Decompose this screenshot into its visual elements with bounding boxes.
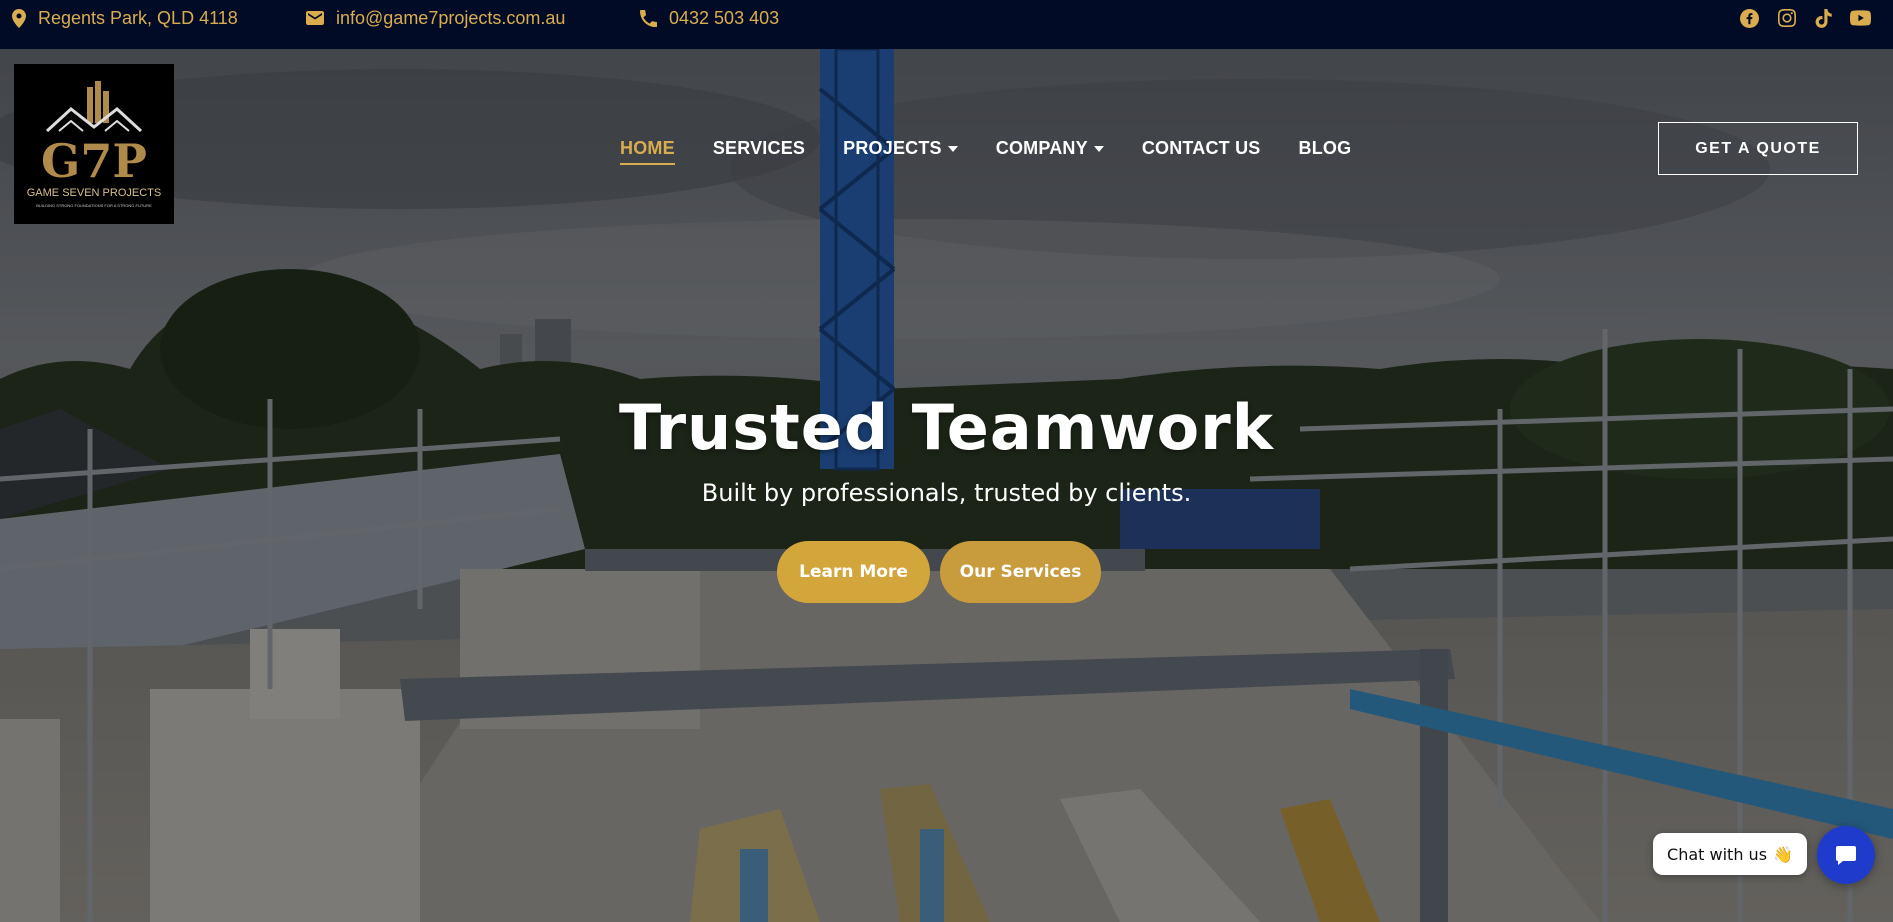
map-pin-icon [12,8,26,28]
g7p-logo-mark: G7P GAME SEVEN PROJECTS BUILDING STRONG … [27,81,161,208]
social-links [1739,0,1871,36]
waving-hand-icon: 👋 [1773,844,1793,864]
svg-text:G7P: G7P [41,134,147,188]
email-info[interactable]: info@game7projects.com.au [306,0,565,36]
nav-item-blog[interactable]: BLOG [1299,138,1352,159]
phone-text[interactable]: 0432 503 403 [669,8,779,29]
tiktok-icon[interactable] [1813,8,1834,29]
nav-item-label: COMPANY [995,137,1088,158]
nav-item-label: SERVICES [712,137,806,158]
get-a-quote-button[interactable]: GET A QUOTE [1658,122,1858,175]
location-text: Regents Park, QLD 4118 [38,7,238,28]
hero-title: Trusted Teamwork [619,391,1274,464]
caret-down-icon [947,146,958,152]
youtube-icon[interactable] [1850,8,1871,29]
svg-text:BUILDING STRONG FOUNDATIONS FO: BUILDING STRONG FOUNDATIONS FOR A STRONG… [36,203,152,208]
nav-item-label: PROJECTS [843,137,942,158]
nav-item-label: BLOG [1298,137,1352,158]
chat-prompt-text: Chat with us [1667,844,1768,864]
phone-info[interactable]: 0432 503 403 [640,0,779,36]
nav-item-company[interactable]: COMPANY [996,138,1104,159]
site-logo[interactable]: G7P GAME SEVEN PROJECTS BUILDING STRONG … [14,64,174,224]
email-text[interactable]: info@game7projects.com.au [336,8,565,29]
our-services-button[interactable]: Our Services [940,541,1101,603]
chat-prompt-bubble[interactable]: Chat with us 👋 [1653,833,1807,875]
nav-item-label: CONTACT US [1141,137,1261,158]
chat-bubble-icon [1836,846,1856,865]
top-bar: Regents Park, QLD 4118 info@game7project… [0,0,1893,49]
caret-down-icon [1093,146,1104,152]
hero-subtitle: Built by professionals, trusted by clien… [701,479,1192,507]
location-info: Regents Park, QLD 4118 [12,0,238,36]
phone-icon [640,9,657,27]
chat-launcher-button[interactable] [1817,826,1875,884]
nav-item-contact-us[interactable]: CONTACT US [1142,138,1261,159]
svg-text:GAME SEVEN PROJECTS: GAME SEVEN PROJECTS [27,187,161,199]
nav-item-projects[interactable]: PROJECTS [843,138,958,159]
learn-more-button[interactable]: Learn More [777,541,930,603]
nav-item-home[interactable]: HOME [620,137,675,165]
envelope-icon [306,11,324,25]
facebook-icon[interactable] [1739,8,1760,29]
nav-item-services[interactable]: SERVICES [713,138,805,159]
instagram-icon[interactable] [1776,8,1797,29]
main-nav: HOME SERVICES PROJECTS COMPANY CONTACT U… [620,137,1389,165]
nav-item-label: HOME [620,137,675,158]
